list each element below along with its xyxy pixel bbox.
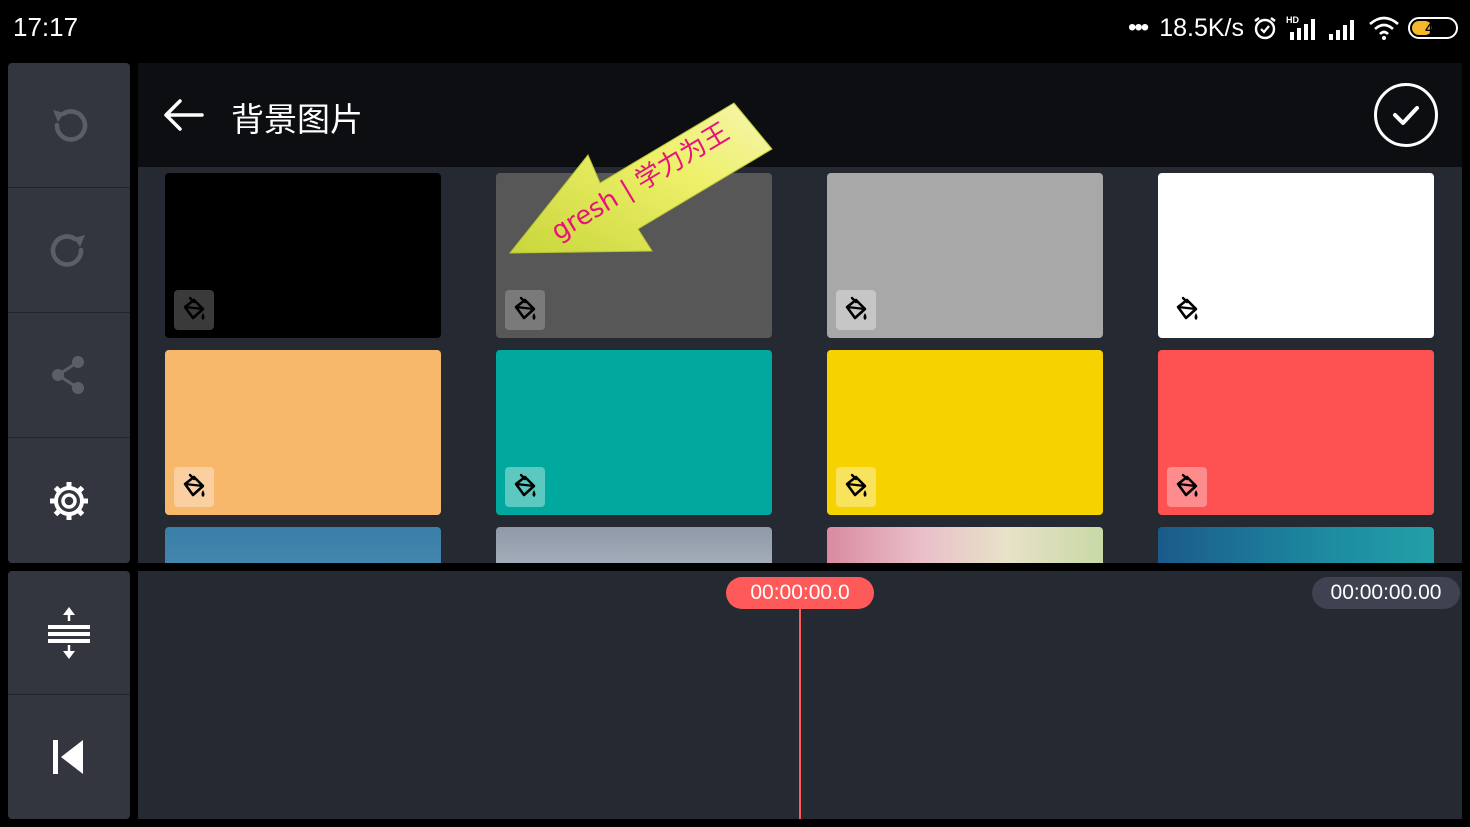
project-duration: 00:00:00.00 <box>1312 577 1460 609</box>
status-icons: ••• 18.5K/s HD 44 <box>1128 10 1458 46</box>
paint-bucket-badge <box>505 290 545 330</box>
checkmark-icon <box>1393 106 1419 125</box>
background-tile-color-black[interactable] <box>165 173 441 338</box>
alarm-icon <box>1254 17 1276 40</box>
paint-bucket-badge <box>174 290 214 330</box>
expand-tracks-icon <box>48 606 90 659</box>
svg-text:HD: HD <box>1286 15 1299 25</box>
background-tile-color-white[interactable] <box>1158 173 1434 338</box>
background-tile-color-light-gray[interactable] <box>827 173 1103 338</box>
playhead-line[interactable] <box>799 609 801 819</box>
playhead-time: 00:00:00.0 <box>726 577 874 609</box>
paint-bucket-icon <box>1176 473 1198 497</box>
redo-button[interactable] <box>8 188 130 313</box>
background-tile-image-ocean[interactable] <box>1158 527 1434 563</box>
paint-bucket-icon <box>514 296 536 320</box>
paint-bucket-icon <box>845 296 867 320</box>
battery-indicator: 44 <box>1408 17 1458 39</box>
battery-level: 44 <box>1425 20 1441 36</box>
wifi-icon <box>1369 16 1399 40</box>
undo-icon <box>53 109 88 142</box>
paint-bucket-badge <box>836 467 876 507</box>
hd-signal-icon: HD <box>1286 15 1315 40</box>
paint-bucket-icon <box>514 473 536 497</box>
share-button[interactable] <box>8 313 130 438</box>
paint-bucket-badge <box>505 467 545 507</box>
paint-bucket-icon <box>183 473 205 497</box>
left-toolbar <box>8 63 130 563</box>
paint-bucket-badge <box>1167 290 1207 330</box>
panel-title: 背景图片 <box>231 100 363 139</box>
background-tile-color-dark-gray[interactable] <box>496 173 772 338</box>
background-tile-color-orange[interactable] <box>165 350 441 515</box>
gear-icon <box>50 481 88 520</box>
background-tile-color-teal[interactable] <box>496 350 772 515</box>
left-toolbar-bottom <box>8 571 130 819</box>
timeline[interactable]: 00:00:00.0 00:00:00.00 <box>138 571 1462 819</box>
expand-tracks-button[interactable] <box>8 571 130 695</box>
paint-bucket-icon <box>1176 296 1198 320</box>
back-arrow-icon[interactable] <box>162 93 206 137</box>
paint-bucket-badge <box>174 467 214 507</box>
notification-dots: ••• <box>1128 14 1149 41</box>
signal-icon <box>1329 20 1354 40</box>
status-time: 17:17 <box>13 12 79 42</box>
panel-header: 背景图片 <box>138 63 1462 167</box>
background-tile-image-bokeh[interactable] <box>827 527 1103 563</box>
skip-to-start-icon <box>53 740 83 774</box>
background-tile-image-clouds[interactable] <box>496 527 772 563</box>
status-bar: 17:17 ••• 18.5K/s HD 44 <box>0 0 1470 56</box>
paint-bucket-badge <box>836 290 876 330</box>
confirm-button[interactable] <box>1374 83 1438 147</box>
background-tile-image-sky[interactable] <box>165 527 441 563</box>
network-speed: 18.5K/s <box>1159 13 1244 42</box>
paint-bucket-icon <box>845 473 867 497</box>
go-to-start-button[interactable] <box>8 695 130 819</box>
background-tile-color-yellow[interactable] <box>827 350 1103 515</box>
undo-button[interactable] <box>8 63 130 188</box>
redo-icon <box>50 234 85 267</box>
share-icon <box>52 356 84 394</box>
paint-bucket-icon <box>183 296 205 320</box>
paint-bucket-badge <box>1167 467 1207 507</box>
background-image-panel: 背景图片 gresh | 学力为王 <box>138 63 1462 563</box>
background-tile-color-red[interactable] <box>1158 350 1434 515</box>
settings-button[interactable] <box>8 438 130 563</box>
